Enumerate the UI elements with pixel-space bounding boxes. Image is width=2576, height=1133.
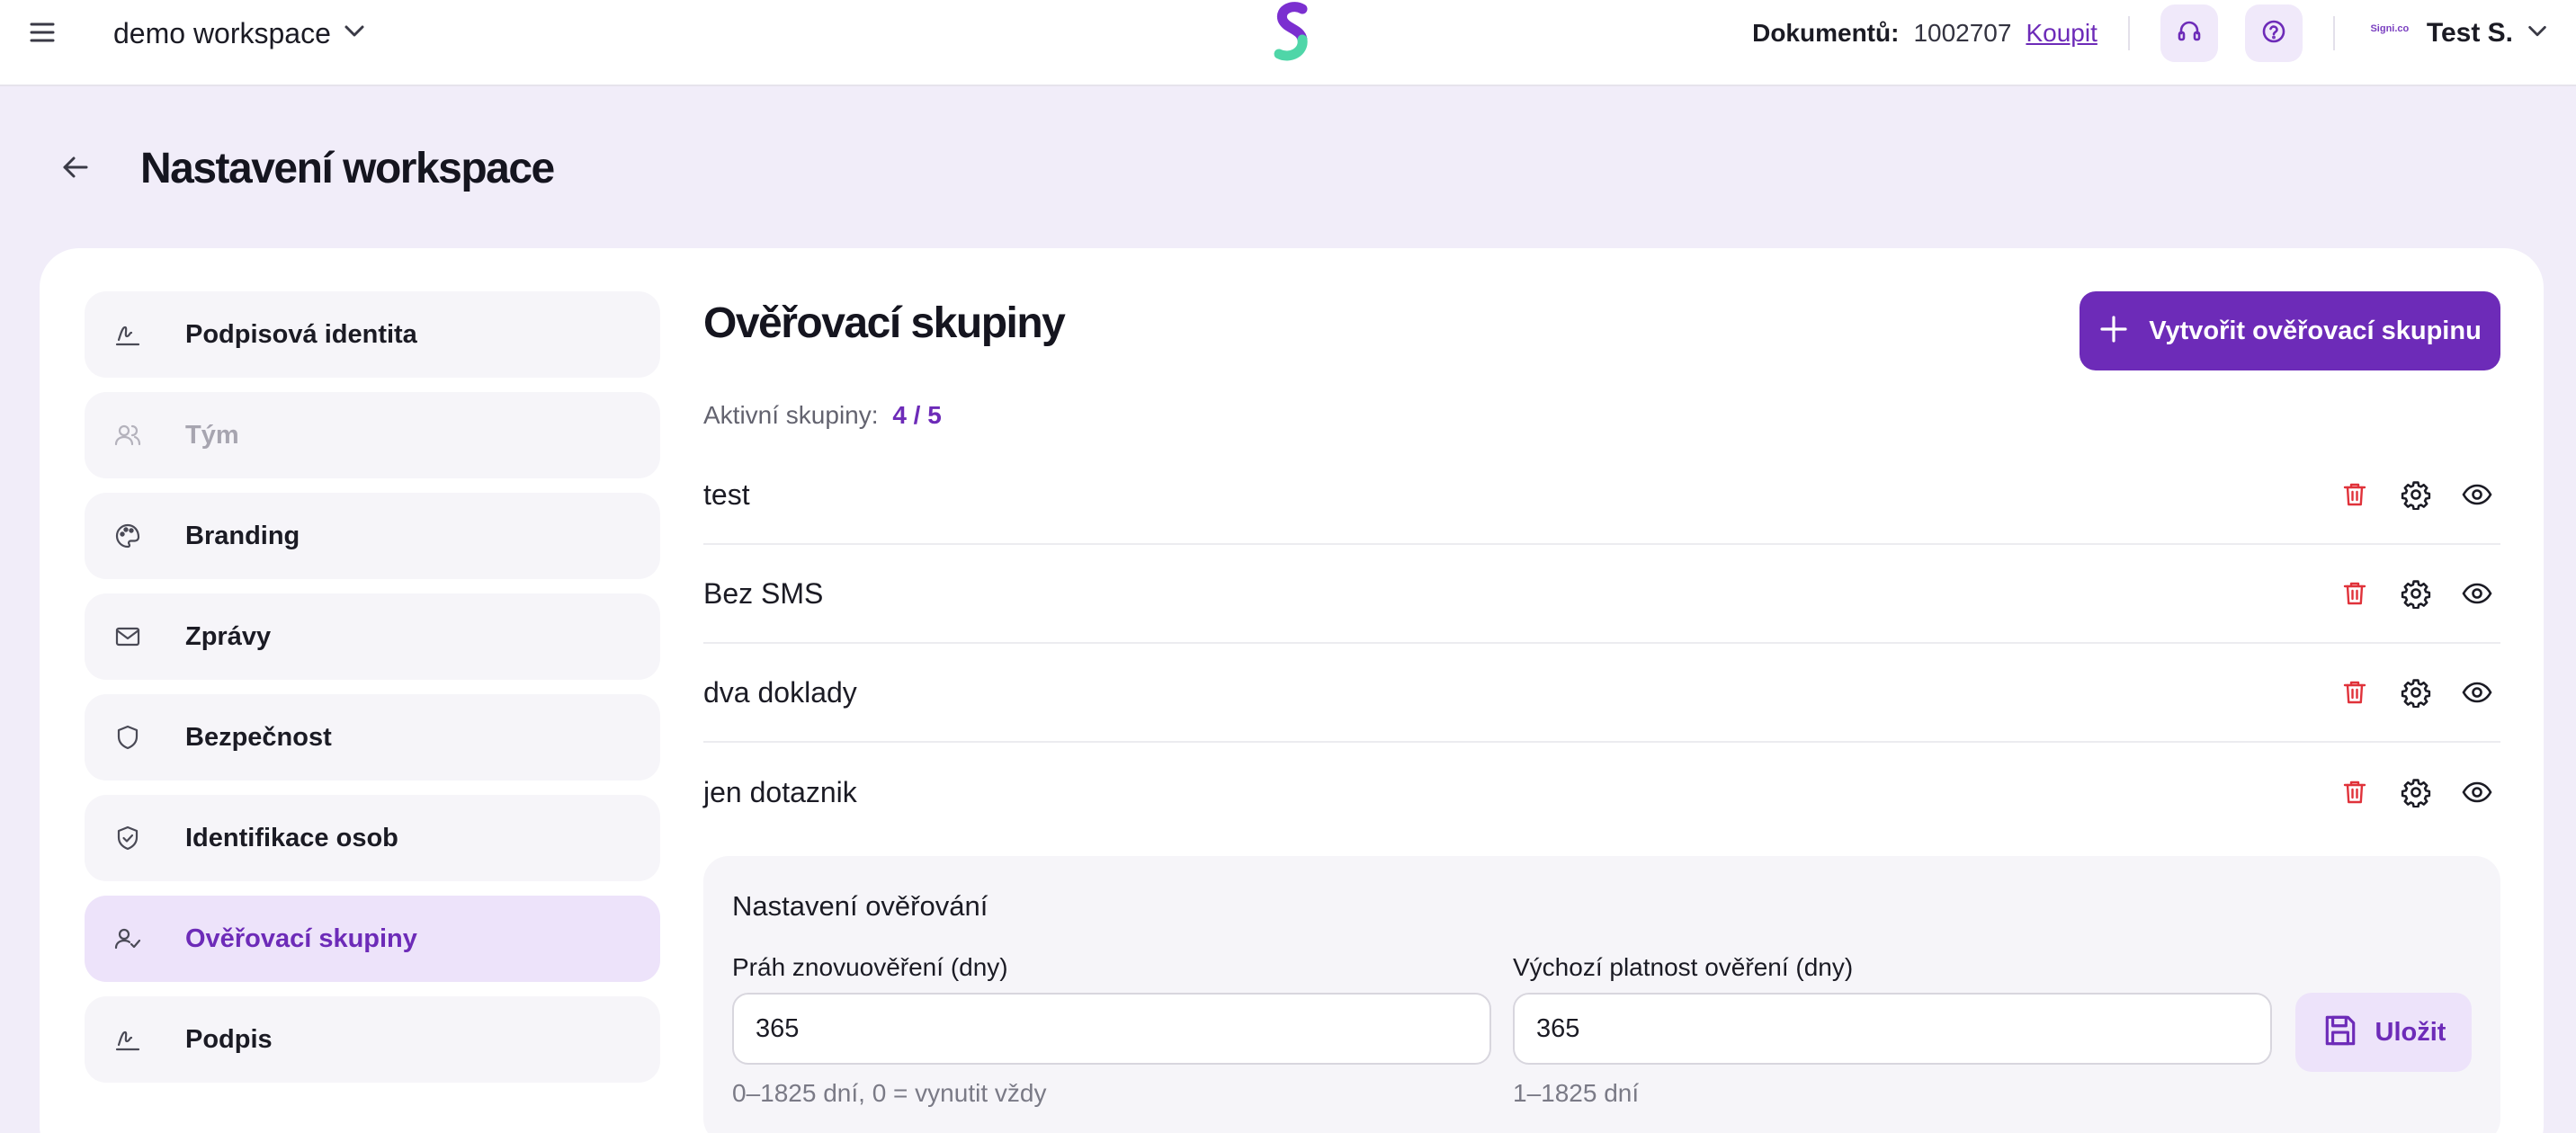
plus-icon	[2098, 314, 2129, 349]
sidebar-item-verification-groups[interactable]: Ověřovací skupiny	[85, 896, 660, 982]
list-item: Bez SMS	[703, 545, 2500, 644]
sidebar-item-label: Zprávy	[185, 621, 272, 651]
reverification-threshold-input[interactable]	[732, 993, 1491, 1065]
sidebar-item-label: Tým	[185, 420, 239, 450]
group-name: jen dotaznik	[703, 775, 857, 808]
default-validity-input[interactable]	[1513, 993, 2272, 1065]
mail-icon	[112, 620, 144, 653]
divider	[2127, 16, 2130, 50]
sidebar-item-team[interactable]: Tým	[85, 392, 660, 478]
buy-link[interactable]: Koupit	[2026, 19, 2097, 48]
trash-icon[interactable]	[2339, 478, 2371, 511]
verification-settings-title: Nastavení ověřování	[732, 890, 988, 922]
floppy-disk-icon	[2321, 1012, 2359, 1054]
users-icon	[112, 419, 144, 451]
eye-icon[interactable]	[2461, 676, 2493, 709]
user-avatar-logo: Signi.co	[2370, 23, 2410, 34]
row-actions	[2339, 577, 2493, 610]
back-arrow-icon[interactable]	[58, 149, 94, 185]
reverification-threshold-hint: 0–1825 dní, 0 = vynutit vždy	[732, 1079, 1047, 1107]
eye-icon[interactable]	[2461, 577, 2493, 610]
reverification-threshold-label: Práh znovuověření (dny)	[732, 953, 1008, 981]
verification-settings-panel: Nastavení ověřování Práh znovuověření (d…	[703, 856, 2500, 1133]
sidebar-item-label: Ověřovací skupiny	[185, 923, 417, 953]
group-name: Bez SMS	[703, 576, 824, 610]
eye-icon[interactable]	[2461, 776, 2493, 808]
user-name: Test S.	[2426, 18, 2513, 48]
gear-icon[interactable]	[2400, 577, 2432, 610]
create-button-label: Vytvořit ověřovací skupinu	[2149, 316, 2482, 345]
user-menu[interactable]: Signi.co Test S.	[2366, 18, 2549, 49]
documents-label: Dokumentů:	[1752, 19, 1900, 47]
active-groups-value: 4 / 5	[892, 401, 942, 429]
chevron-down-icon	[342, 19, 367, 49]
trash-icon[interactable]	[2339, 776, 2371, 808]
sidebar-item-signing-identity[interactable]: Podpisová identita	[85, 291, 660, 378]
sidebar-item-label: Branding	[185, 521, 300, 550]
list-item: dva doklady	[703, 644, 2500, 743]
workspace-name: demo workspace	[113, 16, 331, 49]
divider	[2332, 16, 2335, 50]
workspace-switcher[interactable]: demo workspace	[113, 13, 367, 54]
sidebar-item-label: Podpisová identita	[185, 319, 417, 349]
signature-icon	[112, 1023, 144, 1056]
top-bar: demo workspace Dokumentů: 1002707 Koupit…	[0, 0, 2576, 86]
settings-sidebar: Podpisová identita Tým Branding Zprávy B…	[85, 291, 660, 1097]
default-validity-label: Výchozí platnost ověření (dny)	[1513, 953, 1854, 981]
documents-count: 1002707	[1913, 19, 2012, 47]
group-name: dva doklady	[703, 675, 857, 709]
gear-icon[interactable]	[2400, 676, 2432, 709]
settings-card: Podpisová identita Tým Branding Zprávy B…	[40, 248, 2544, 1133]
eye-icon[interactable]	[2461, 478, 2493, 511]
sidebar-item-label: Podpis	[185, 1024, 273, 1054]
signature-icon	[112, 318, 144, 351]
sidebar-item-label: Bezpečnost	[185, 722, 332, 752]
sidebar-item-identification[interactable]: Identifikace osob	[85, 795, 660, 881]
save-button[interactable]: Uložit	[2295, 993, 2472, 1072]
trash-icon[interactable]	[2339, 577, 2371, 610]
create-verification-group-button[interactable]: Vytvořit ověřovací skupinu	[2080, 291, 2500, 370]
save-button-label: Uložit	[2375, 1017, 2446, 1047]
sidebar-item-security[interactable]: Bezpečnost	[85, 694, 660, 781]
user-check-icon	[112, 923, 144, 955]
row-actions	[2339, 776, 2493, 808]
verification-group-list: test Bez SMS dva doklady jen dotaznik	[703, 446, 2500, 842]
chevron-down-icon	[2526, 20, 2549, 48]
help-button[interactable]	[2244, 4, 2303, 62]
default-validity-hint: 1–1825 dní	[1513, 1079, 1640, 1107]
active-groups-counter: Aktivní skupiny: 4 / 5	[703, 401, 942, 430]
sidebar-item-messages[interactable]: Zprávy	[85, 593, 660, 680]
list-item: test	[703, 446, 2500, 545]
palette-icon	[112, 520, 144, 552]
brand-logo[interactable]	[1266, 2, 1317, 65]
menu-icon[interactable]	[27, 16, 58, 47]
group-name: test	[703, 477, 750, 511]
sidebar-item-label: Identifikace osob	[185, 823, 398, 852]
top-right-area: Dokumentů: 1002707 Koupit Signi.co Test …	[1752, 0, 2549, 67]
list-item: jen dotaznik	[703, 743, 2500, 842]
gear-icon[interactable]	[2400, 776, 2432, 808]
sidebar-item-signature[interactable]: Podpis	[85, 996, 660, 1083]
shield-check-icon	[112, 822, 144, 854]
help-circle-icon	[2260, 18, 2287, 49]
page-title: Nastavení workspace	[140, 145, 555, 192]
row-actions	[2339, 676, 2493, 709]
headset-icon	[2176, 18, 2203, 49]
gear-icon[interactable]	[2400, 478, 2432, 511]
shield-icon	[112, 721, 144, 754]
sidebar-item-branding[interactable]: Branding	[85, 493, 660, 579]
active-groups-label: Aktivní skupiny:	[703, 401, 879, 429]
trash-icon[interactable]	[2339, 676, 2371, 709]
row-actions	[2339, 478, 2493, 511]
support-button[interactable]	[2160, 4, 2218, 62]
section-title: Ověřovací skupiny	[703, 299, 1066, 347]
